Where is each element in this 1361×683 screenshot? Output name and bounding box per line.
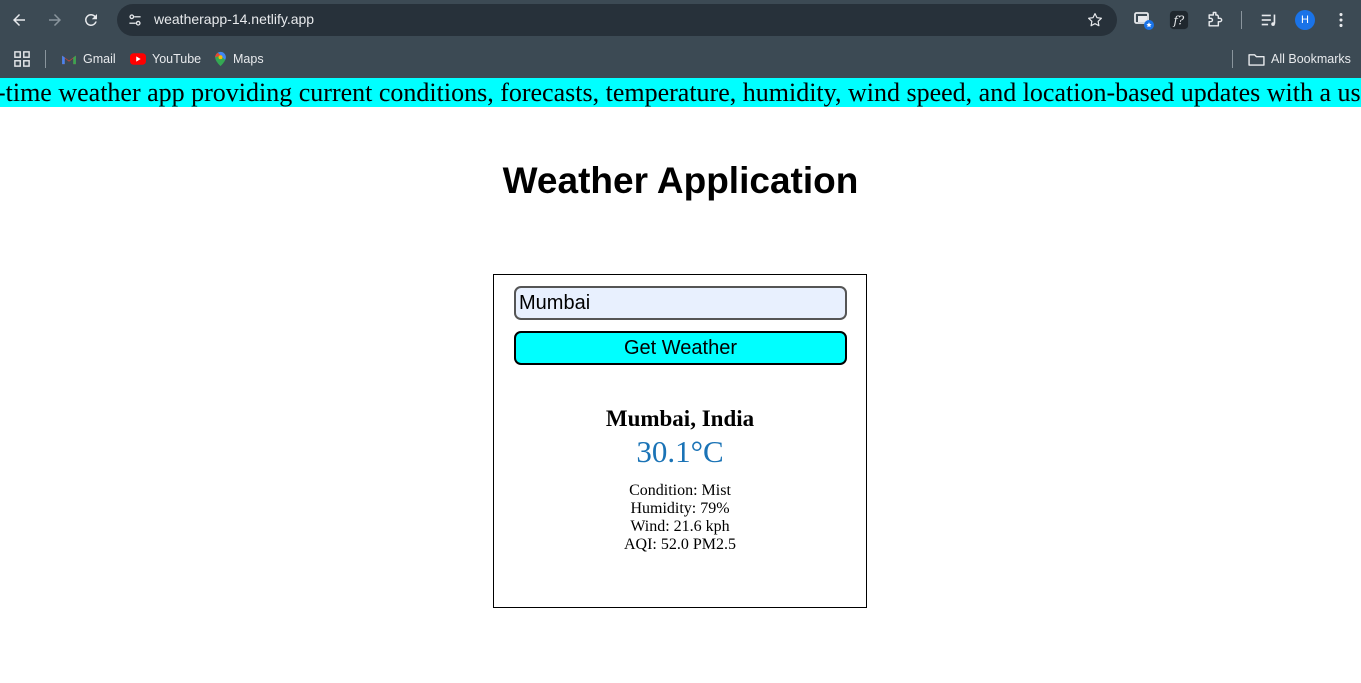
- weather-card: Get Weather Mumbai, India 30.1°C Conditi…: [493, 274, 867, 608]
- bookmarks-bar: Gmail YouTube Maps All Bookmarks: [0, 40, 1361, 78]
- forward-button[interactable]: [43, 8, 67, 32]
- address-bar[interactable]: weatherapp-14.netlify.app: [117, 4, 1117, 36]
- maps-icon: [215, 51, 226, 67]
- bookmarks-divider: [1232, 50, 1233, 68]
- aqi-text: AQI: 52.0 PM2.5: [623, 536, 736, 553]
- weather-details: Condition: Mist Humidity: 79% Wind: 21.6…: [494, 482, 866, 554]
- toolbar-divider: [1241, 11, 1242, 29]
- reload-icon: [85, 13, 97, 26]
- humidity-text: Humidity: 79%: [630, 500, 730, 517]
- bookmark-label: Maps: [233, 52, 264, 66]
- reload-button[interactable]: [79, 8, 103, 32]
- wind-text: Wind: 21.6 kph: [630, 518, 730, 535]
- url-text[interactable]: weatherapp-14.netlify.app: [154, 11, 314, 27]
- page-title: Weather Application: [502, 160, 859, 201]
- all-bookmarks-button[interactable]: All Bookmarks: [1248, 49, 1351, 69]
- bookmark-gmail[interactable]: Gmail: [61, 49, 116, 69]
- bookmark-label: YouTube: [152, 52, 202, 66]
- more-menu-icon[interactable]: [1330, 9, 1352, 31]
- extensions-puzzle-icon[interactable]: [1204, 9, 1226, 31]
- back-arrow-icon: [13, 14, 25, 26]
- bookmarks-divider: [45, 50, 46, 68]
- city-search-input[interactable]: [514, 286, 847, 320]
- svg-text:f?: f?: [1173, 14, 1185, 28]
- banner-text: real-time weather app providing current …: [0, 78, 1361, 107]
- bookmark-label: Gmail: [83, 52, 116, 66]
- youtube-icon: [130, 53, 146, 65]
- location-name: Mumbai, India: [605, 406, 755, 431]
- apps-grid-icon[interactable]: [14, 49, 30, 69]
- get-weather-button[interactable]: Get Weather: [514, 331, 847, 365]
- back-button[interactable]: [7, 8, 31, 32]
- font-extension-icon[interactable]: f?: [1168, 9, 1190, 31]
- media-controls-icon[interactable]: [1258, 9, 1280, 31]
- browser-toolbar: weatherapp-14.netlify.app f? H: [0, 0, 1361, 40]
- bookmark-maps[interactable]: Maps: [214, 49, 264, 69]
- all-bookmarks-label: All Bookmarks: [1271, 52, 1351, 66]
- condition-text: Condition: Mist: [629, 482, 731, 499]
- scrolling-banner: real-time weather app providing current …: [0, 78, 1361, 107]
- temperature-value: 30.1°C: [636, 434, 724, 469]
- gmail-icon: [62, 55, 76, 65]
- profile-avatar[interactable]: H: [1295, 10, 1315, 30]
- folder-icon: [1248, 53, 1265, 66]
- forward-arrow-icon: [49, 14, 61, 26]
- tab-search-extension-icon[interactable]: [1133, 9, 1155, 31]
- bookmark-youtube[interactable]: YouTube: [130, 49, 201, 69]
- bookmark-star-icon[interactable]: [1085, 10, 1105, 30]
- weather-result: Mumbai, India 30.1°C Condition: Mist Hum…: [494, 405, 866, 554]
- site-info-icon[interactable]: [125, 10, 145, 30]
